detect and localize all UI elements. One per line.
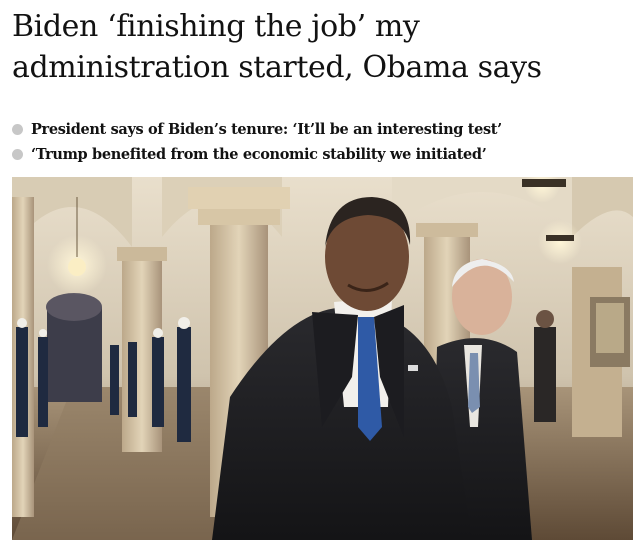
standfirst-text: President says of Biden’s tenure: ‘It’ll… (31, 121, 502, 138)
lead-photo[interactable] (12, 177, 633, 540)
article: Biden ‘finishing the job’ my administrat… (0, 0, 633, 540)
lead-photo-image (12, 177, 633, 540)
bullet-dot-icon (12, 124, 23, 135)
standfirst-item: ‘Trump benefited from the economic stabi… (12, 142, 622, 167)
standfirst-text: ‘Trump benefited from the economic stabi… (31, 146, 487, 163)
standfirst-item: President says of Biden’s tenure: ‘It’ll… (12, 117, 622, 142)
bullet-dot-icon (12, 149, 23, 160)
headline: Biden ‘finishing the job’ my administrat… (12, 9, 542, 85)
standfirst-list: President says of Biden’s tenure: ‘It’ll… (12, 117, 622, 167)
